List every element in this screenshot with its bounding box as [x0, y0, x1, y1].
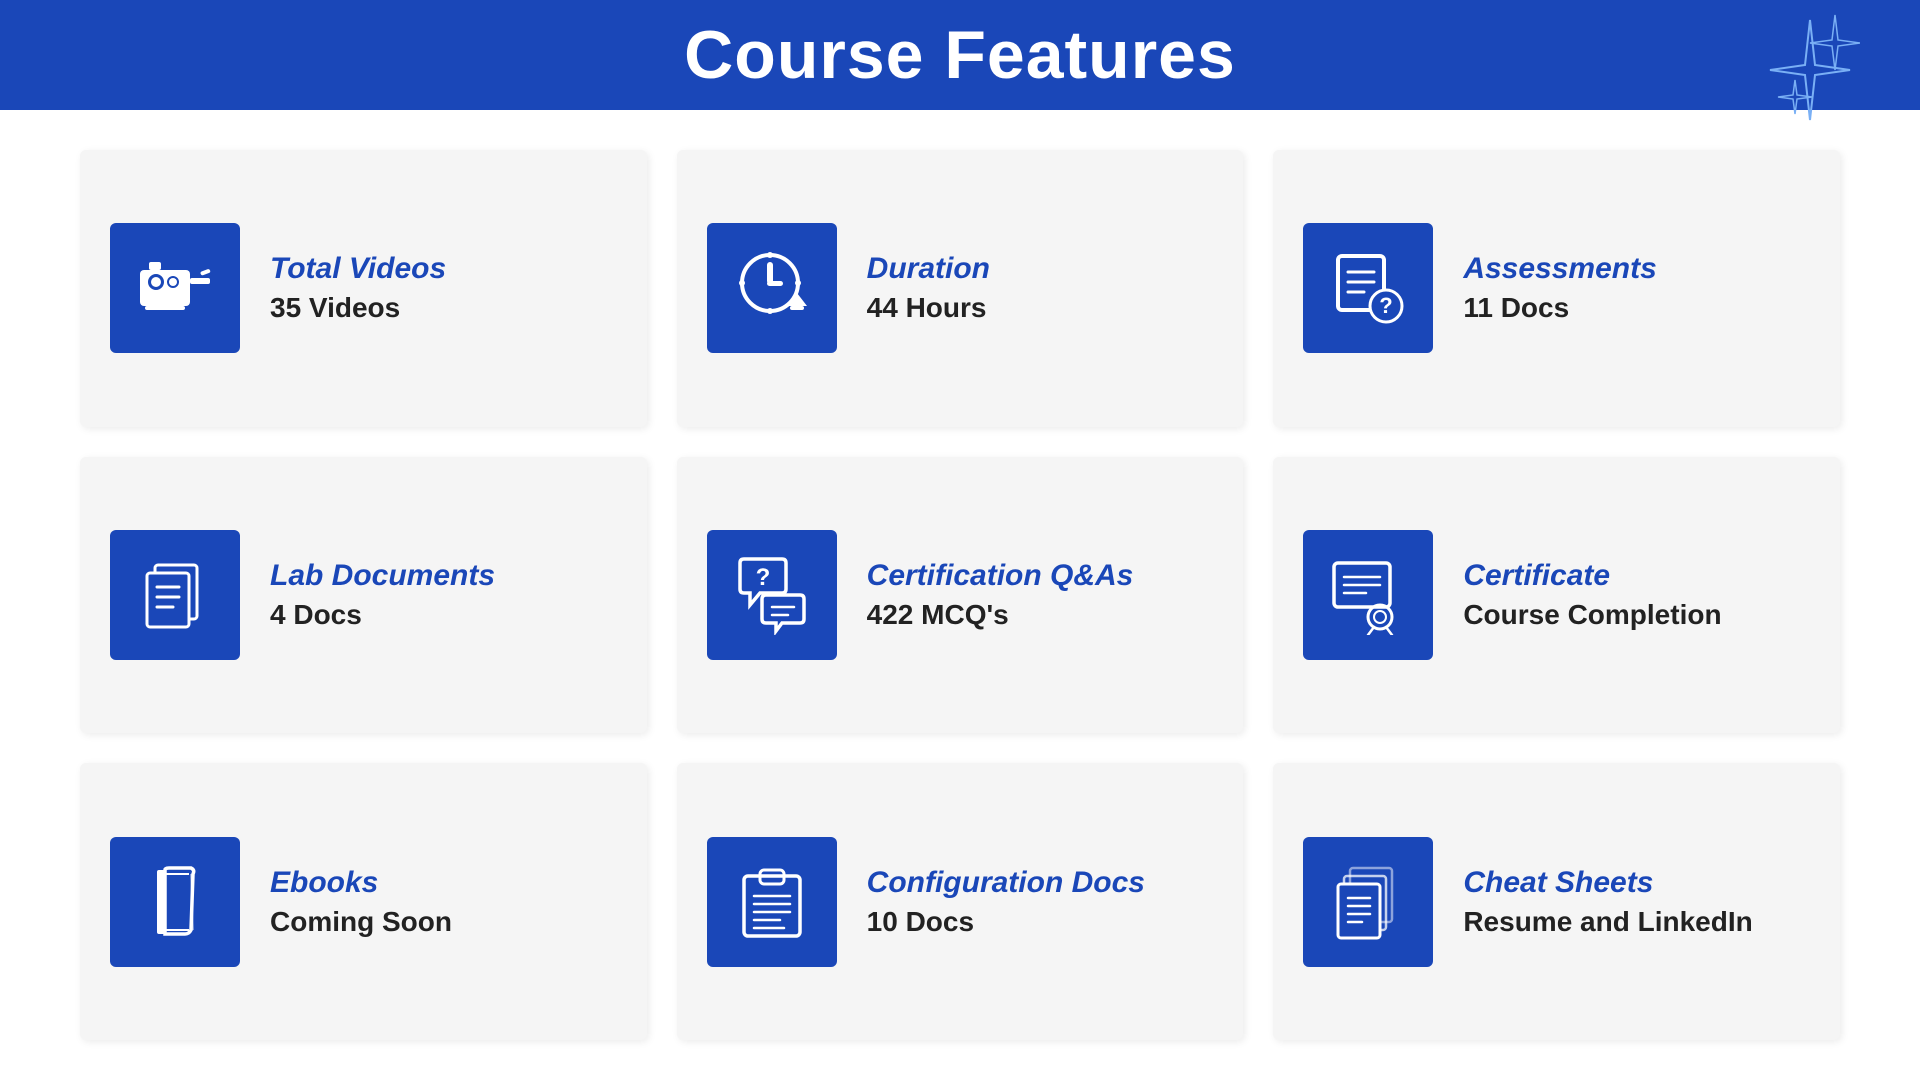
page-header: Course Features: [0, 0, 1920, 110]
ebooks-title: Ebooks: [270, 866, 452, 900]
certificate-subtitle: Course Completion: [1463, 599, 1721, 631]
card-total-videos-text: Total Videos 35 Videos: [270, 252, 446, 324]
card-total-videos: Total Videos 35 Videos: [80, 150, 647, 427]
video-icon: [135, 248, 215, 328]
duration-subtitle: 44 Hours: [867, 292, 990, 324]
ebooks-subtitle: Coming Soon: [270, 906, 452, 938]
configuration-docs-subtitle: 10 Docs: [867, 906, 1145, 938]
card-certification-qas: ? Certification Q&As 422 MCQ's: [677, 457, 1244, 734]
qa-icon: ?: [732, 555, 812, 635]
book-icon: [135, 862, 215, 942]
card-ebooks-text: Ebooks Coming Soon: [270, 866, 452, 938]
card-lab-documents: Lab Documents 4 Docs: [80, 457, 647, 734]
assessment-icon: ?: [1328, 248, 1408, 328]
config-icon-box: [707, 837, 837, 967]
lab-documents-subtitle: 4 Docs: [270, 599, 495, 631]
certification-qas-title: Certification Q&As: [867, 559, 1134, 593]
configuration-docs-title: Configuration Docs: [867, 866, 1145, 900]
card-duration: Duration 44 Hours: [677, 150, 1244, 427]
certification-qas-subtitle: 422 MCQ's: [867, 599, 1134, 631]
certificate-title: Certificate: [1463, 559, 1721, 593]
card-duration-text: Duration 44 Hours: [867, 252, 990, 324]
page-title: Course Features: [684, 16, 1236, 94]
card-cheat-sheets-text: Cheat Sheets Resume and LinkedIn: [1463, 866, 1752, 938]
card-certificate-text: Certificate Course Completion: [1463, 559, 1721, 631]
total-videos-subtitle: 35 Videos: [270, 292, 446, 324]
documents-icon: [135, 555, 215, 635]
certificate-icon-box: [1303, 530, 1433, 660]
card-assessments-text: Assessments 11 Docs: [1463, 252, 1656, 324]
card-ebooks: Ebooks Coming Soon: [80, 763, 647, 1040]
total-videos-title: Total Videos: [270, 252, 446, 286]
svg-text:?: ?: [1380, 293, 1393, 318]
video-icon-box: [110, 223, 240, 353]
duration-title: Duration: [867, 252, 990, 286]
cheat-sheets-title: Cheat Sheets: [1463, 866, 1752, 900]
clock-icon-box: [707, 223, 837, 353]
star-decoration: [1720, 10, 1860, 140]
assessment-icon-box: ?: [1303, 223, 1433, 353]
card-assessments: ? Assessments 11 Docs: [1273, 150, 1840, 427]
card-lab-documents-text: Lab Documents 4 Docs: [270, 559, 495, 631]
card-configuration-docs-text: Configuration Docs 10 Docs: [867, 866, 1145, 938]
config-icon: [732, 862, 812, 942]
assessments-title: Assessments: [1463, 252, 1656, 286]
card-cheat-sheets: Cheat Sheets Resume and LinkedIn: [1273, 763, 1840, 1040]
qa-icon-box: ?: [707, 530, 837, 660]
svg-text:?: ?: [755, 564, 770, 591]
card-configuration-docs: Configuration Docs 10 Docs: [677, 763, 1244, 1040]
features-grid: Total Videos 35 Videos Duration 44 Hour: [0, 110, 1920, 1080]
documents-icon-box: [110, 530, 240, 660]
sheets-icon-box: [1303, 837, 1433, 967]
cheat-sheets-subtitle: Resume and LinkedIn: [1463, 906, 1752, 938]
card-certification-qas-text: Certification Q&As 422 MCQ's: [867, 559, 1134, 631]
sheets-icon: [1328, 862, 1408, 942]
assessments-subtitle: 11 Docs: [1463, 292, 1656, 324]
card-certificate: Certificate Course Completion: [1273, 457, 1840, 734]
clock-icon: [732, 248, 812, 328]
book-icon-box: [110, 837, 240, 967]
certificate-icon: [1328, 555, 1408, 635]
lab-documents-title: Lab Documents: [270, 559, 495, 593]
